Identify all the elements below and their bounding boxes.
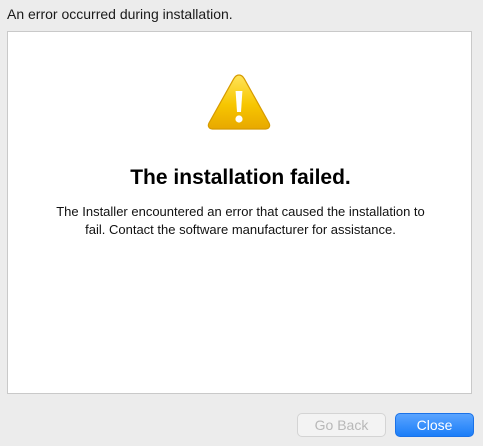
close-button[interactable]: Close bbox=[395, 413, 474, 437]
status-header: An error occurred during installation. bbox=[7, 6, 233, 22]
warning-triangle-icon bbox=[206, 72, 272, 132]
error-message: The Installer encountered an error that … bbox=[56, 204, 425, 237]
go-back-button[interactable]: Go Back bbox=[297, 413, 386, 437]
content-panel: The installation failed. The Installer e… bbox=[7, 31, 472, 394]
page-title: The installation failed. bbox=[130, 166, 351, 189]
